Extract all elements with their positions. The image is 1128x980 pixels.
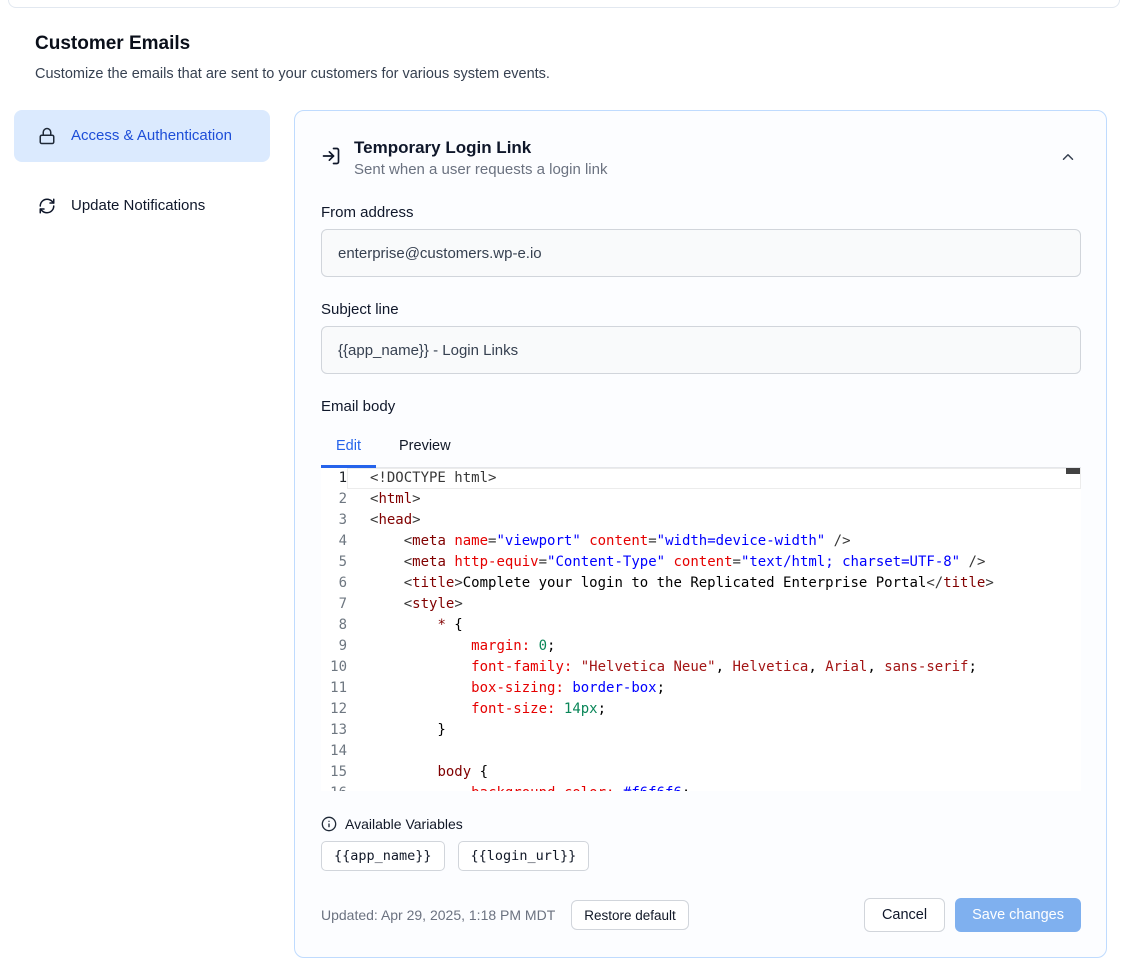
- code-line-content: <meta http-equiv="Content-Type" content=…: [347, 552, 1081, 573]
- sidebar-item-access-authentication[interactable]: Access & Authentication: [14, 110, 270, 162]
- subject-line-label: Subject line: [321, 301, 1081, 318]
- tab-preview[interactable]: Preview: [384, 428, 466, 467]
- code-line[interactable]: 8 * {: [321, 615, 1081, 636]
- editor-tabbar: Edit Preview: [321, 428, 1081, 468]
- line-number: 16: [321, 783, 347, 791]
- variable-chips: {{app_name}} {{login_url}}: [321, 841, 1081, 871]
- page-header: Customer Emails Customize the emails tha…: [35, 33, 1093, 82]
- line-number: 7: [321, 594, 347, 615]
- info-icon: [321, 816, 337, 832]
- code-line-content: body {: [347, 762, 1081, 783]
- code-line-content: margin: 0;: [347, 636, 1081, 657]
- temporary-login-link-card: Temporary Login Link Sent when a user re…: [294, 110, 1107, 958]
- code-line[interactable]: 7 <style>: [321, 594, 1081, 615]
- variable-chip-app-name[interactable]: {{app_name}}: [321, 841, 445, 871]
- line-number: 3: [321, 510, 347, 531]
- restore-default-button[interactable]: Restore default: [571, 900, 689, 930]
- code-line-content: <html>: [347, 489, 1081, 510]
- line-number: 1: [321, 468, 347, 489]
- code-line[interactable]: 13 }: [321, 720, 1081, 741]
- code-line-content: <meta name="viewport" content="width=dev…: [347, 531, 1081, 552]
- code-line-content: background-color: #f6f6f6;: [347, 783, 1081, 791]
- main-layout: Access & Authentication Update Notificat…: [14, 110, 1107, 958]
- code-line-content: <style>: [347, 594, 1081, 615]
- lock-icon: [38, 127, 56, 145]
- editor-scrollbar-thumb[interactable]: [1066, 468, 1080, 474]
- sidebar-item-label: Update Notifications: [71, 194, 205, 218]
- sidebar-item-label: Access & Authentication: [71, 124, 232, 148]
- variable-chip-login-url[interactable]: {{login_url}}: [458, 841, 590, 871]
- line-number: 2: [321, 489, 347, 510]
- code-line[interactable]: 9 margin: 0;: [321, 636, 1081, 657]
- available-variables-row: Available Variables: [321, 816, 1081, 832]
- chevron-up-icon: [1059, 148, 1077, 169]
- available-variables-label: Available Variables: [345, 816, 463, 832]
- card-footer: Updated: Apr 29, 2025, 1:18 PM MDT Resto…: [321, 898, 1081, 932]
- line-number: 4: [321, 531, 347, 552]
- line-number: 11: [321, 678, 347, 699]
- code-line-content: * {: [347, 615, 1081, 636]
- code-line-content: <head>: [347, 510, 1081, 531]
- code-line[interactable]: 6 <title>Complete your login to the Repl…: [321, 573, 1081, 594]
- code-line[interactable]: 4 <meta name="viewport" content="width=d…: [321, 531, 1081, 552]
- sidebar-item-update-notifications[interactable]: Update Notifications: [14, 180, 270, 232]
- code-line[interactable]: 11 box-sizing: border-box;: [321, 678, 1081, 699]
- code-line[interactable]: 16 background-color: #f6f6f6;: [321, 783, 1081, 791]
- code-line[interactable]: 10 font-family: "Helvetica Neue", Helvet…: [321, 657, 1081, 678]
- from-address-label: From address: [321, 204, 1081, 221]
- save-changes-button[interactable]: Save changes: [955, 898, 1081, 932]
- code-line-content: font-family: "Helvetica Neue", Helvetica…: [347, 657, 1081, 678]
- login-icon: [321, 146, 341, 171]
- line-number: 12: [321, 699, 347, 720]
- page-subtitle: Customize the emails that are sent to yo…: [35, 66, 1093, 82]
- previous-card-bottom-edge: [8, 0, 1120, 8]
- email-body-label: Email body: [321, 398, 1081, 415]
- code-line-content: <title>Complete your login to the Replic…: [347, 573, 1081, 594]
- card-subtitle: Sent when a user requests a login link: [354, 161, 1042, 178]
- code-line[interactable]: 5 <meta http-equiv="Content-Type" conten…: [321, 552, 1081, 573]
- code-line[interactable]: 15 body {: [321, 762, 1081, 783]
- code-line-content: }: [347, 720, 1081, 741]
- code-line[interactable]: 3<head>: [321, 510, 1081, 531]
- refresh-icon: [38, 197, 56, 215]
- card-title: Temporary Login Link: [354, 138, 1042, 158]
- line-number: 9: [321, 636, 347, 657]
- code-line[interactable]: 14: [321, 741, 1081, 762]
- tab-edit[interactable]: Edit: [321, 428, 376, 467]
- collapse-button[interactable]: [1055, 144, 1081, 173]
- line-number: 10: [321, 657, 347, 678]
- line-number: 15: [321, 762, 347, 783]
- code-lines: 1<!DOCTYPE html>2<html>3<head>4 <meta na…: [321, 468, 1081, 791]
- card-header: Temporary Login Link Sent when a user re…: [321, 138, 1081, 178]
- code-line-content: [347, 741, 1081, 762]
- page-title: Customer Emails: [35, 33, 1093, 55]
- line-number: 8: [321, 615, 347, 636]
- line-number: 5: [321, 552, 347, 573]
- updated-timestamp: Updated: Apr 29, 2025, 1:18 PM MDT: [321, 907, 555, 923]
- cancel-button[interactable]: Cancel: [864, 898, 945, 932]
- line-number: 13: [321, 720, 347, 741]
- code-line-content: <!DOCTYPE html>: [347, 468, 1081, 489]
- subject-line-input[interactable]: [321, 326, 1081, 374]
- code-line[interactable]: 2<html>: [321, 489, 1081, 510]
- line-number: 6: [321, 573, 347, 594]
- from-address-input[interactable]: [321, 229, 1081, 277]
- line-number: 14: [321, 741, 347, 762]
- code-line-content: box-sizing: border-box;: [347, 678, 1081, 699]
- sidebar: Access & Authentication Update Notificat…: [14, 110, 270, 232]
- code-line-content: font-size: 14px;: [347, 699, 1081, 720]
- card-header-texts: Temporary Login Link Sent when a user re…: [354, 138, 1042, 178]
- code-editor[interactable]: 1<!DOCTYPE html>2<html>3<head>4 <meta na…: [321, 468, 1081, 791]
- code-line[interactable]: 1<!DOCTYPE html>: [321, 468, 1081, 489]
- code-line[interactable]: 12 font-size: 14px;: [321, 699, 1081, 720]
